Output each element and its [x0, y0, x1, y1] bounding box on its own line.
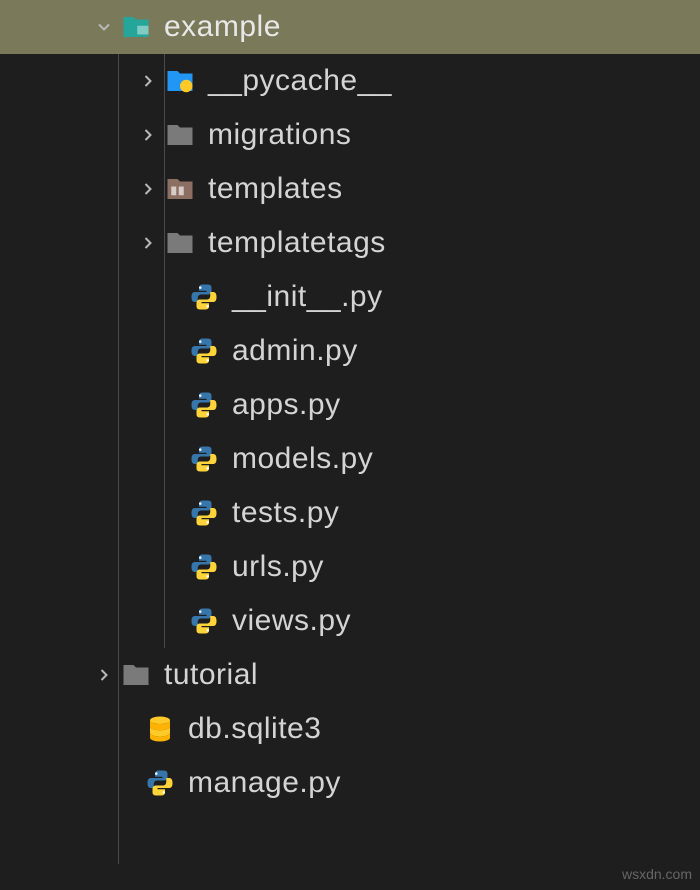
file-label: __init__.py	[232, 280, 383, 314]
file-label: views.py	[232, 604, 351, 638]
chevron-right-icon	[134, 179, 162, 199]
folder-tutorial[interactable]: tutorial	[0, 648, 700, 702]
python-icon	[186, 390, 222, 420]
folder-label: tutorial	[164, 658, 258, 692]
file-tests-py[interactable]: tests.py	[0, 486, 700, 540]
file-models-py[interactable]: models.py	[0, 432, 700, 486]
folder-label: __pycache__	[208, 64, 392, 98]
file-manage-py[interactable]: manage.py	[0, 756, 700, 810]
python-icon	[142, 768, 178, 798]
folder-templates-icon	[162, 174, 198, 204]
python-icon	[186, 498, 222, 528]
folder-python-icon	[162, 66, 198, 96]
file-urls-py[interactable]: urls.py	[0, 540, 700, 594]
folder-label: migrations	[208, 118, 351, 152]
file-label: db.sqlite3	[188, 712, 321, 746]
python-icon	[186, 444, 222, 474]
chevron-right-icon	[90, 665, 118, 685]
python-icon	[186, 336, 222, 366]
folder-label: templates	[208, 172, 343, 206]
watermark: wsxdn.com	[622, 866, 692, 882]
file-label: tests.py	[232, 496, 339, 530]
file-apps-py[interactable]: apps.py	[0, 378, 700, 432]
folder-icon	[162, 228, 198, 258]
python-icon	[186, 606, 222, 636]
file-init-py[interactable]: __init__.py	[0, 270, 700, 324]
file-label: models.py	[232, 442, 373, 476]
python-icon	[186, 282, 222, 312]
chevron-right-icon	[134, 71, 162, 91]
folder-special-icon	[118, 12, 154, 42]
file-explorer-tree: example __pycache__ migrations	[0, 0, 700, 810]
chevron-right-icon	[134, 125, 162, 145]
file-label: apps.py	[232, 388, 341, 422]
file-db-sqlite3[interactable]: db.sqlite3	[0, 702, 700, 756]
file-views-py[interactable]: views.py	[0, 594, 700, 648]
chevron-down-icon	[90, 17, 118, 37]
chevron-right-icon	[134, 233, 162, 253]
folder-icon	[118, 660, 154, 690]
folder-label: templatetags	[208, 226, 386, 260]
file-admin-py[interactable]: admin.py	[0, 324, 700, 378]
folder-label: example	[164, 10, 281, 44]
file-label: manage.py	[188, 766, 341, 800]
database-icon	[142, 714, 178, 744]
python-icon	[186, 552, 222, 582]
folder-pycache[interactable]: __pycache__	[0, 54, 700, 108]
folder-example[interactable]: example	[0, 0, 700, 54]
folder-migrations[interactable]: migrations	[0, 108, 700, 162]
file-label: admin.py	[232, 334, 358, 368]
folder-icon	[162, 120, 198, 150]
file-label: urls.py	[232, 550, 324, 584]
folder-templates[interactable]: templates	[0, 162, 700, 216]
folder-templatetags[interactable]: templatetags	[0, 216, 700, 270]
